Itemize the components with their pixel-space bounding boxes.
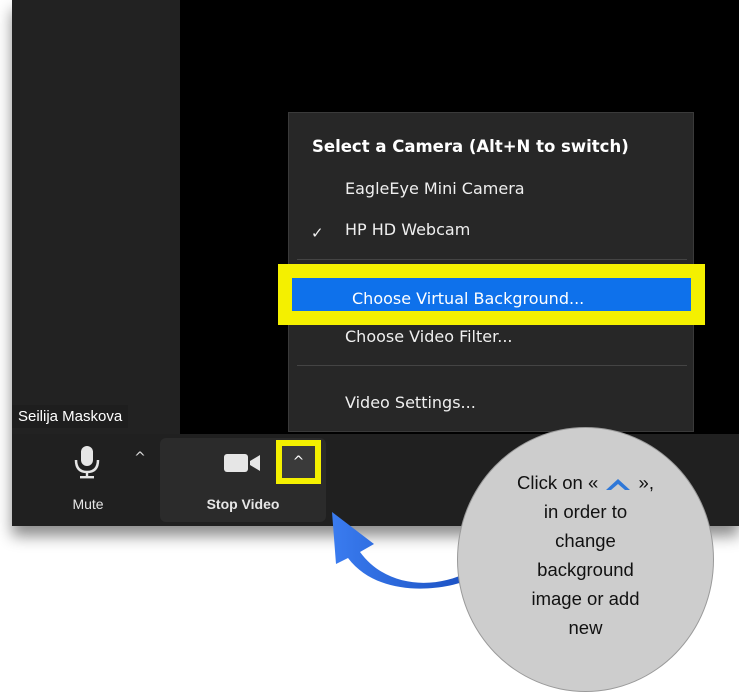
- participant-name: Seilija Maskova: [12, 405, 129, 428]
- menu-item-eagleeye-camera[interactable]: EagleEye Mini Camera: [345, 179, 525, 198]
- callout-line-3: change: [555, 530, 616, 551]
- audio-options-caret[interactable]: ^: [130, 450, 150, 472]
- menu-header: Select a Camera (Alt+N to switch): [312, 137, 629, 156]
- stop-video-label: Stop Video: [206, 496, 280, 512]
- callout-line-2: in order to: [543, 501, 628, 522]
- selection-highlight: Choose Virtual Background...: [292, 278, 691, 311]
- mute-label: Mute: [72, 496, 104, 512]
- chevron-up-icon: ^: [292, 454, 305, 470]
- callout-bubble: Click on « », in order to change backgro…: [457, 427, 714, 692]
- choose-virtual-background-label: Choose Virtual Background...: [352, 289, 585, 308]
- callout-line-1b: »,: [638, 472, 654, 493]
- check-icon: ✓: [311, 224, 324, 242]
- menu-divider: [297, 365, 687, 366]
- video-options-caret-button[interactable]: ^: [276, 440, 321, 484]
- callout-text: Click on « », in order to change backgro…: [488, 468, 683, 642]
- menu-item-choose-video-filter[interactable]: Choose Video Filter...: [345, 327, 512, 346]
- menu-divider: [297, 259, 687, 260]
- callout-line-6: new: [568, 617, 603, 638]
- callout-line-1a: Click on «: [517, 472, 599, 493]
- menu-item-hp-webcam[interactable]: HP HD Webcam: [345, 220, 470, 239]
- participant-tile: [12, 0, 180, 434]
- microphone-icon: [74, 446, 100, 479]
- menu-item-choose-virtual-background[interactable]: Choose Virtual Background...: [278, 264, 705, 325]
- video-camera-icon: [224, 454, 260, 472]
- callout-line-4: background: [537, 559, 634, 580]
- chevron-up-icon: [606, 479, 631, 491]
- menu-item-video-settings[interactable]: Video Settings...: [345, 393, 476, 412]
- callout-line-5: image or add: [531, 588, 640, 609]
- mute-button[interactable]: Mute: [52, 434, 124, 526]
